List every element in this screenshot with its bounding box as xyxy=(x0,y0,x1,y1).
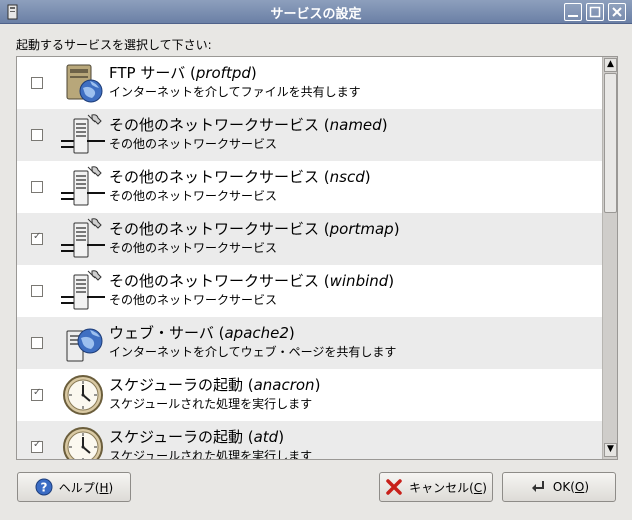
service-description: その他のネットワークサービス xyxy=(109,241,278,255)
service-checkbox[interactable] xyxy=(31,285,43,297)
help-icon: ? xyxy=(35,478,53,496)
service-checkbox[interactable] xyxy=(31,337,43,349)
cancel-x-icon xyxy=(386,479,402,495)
service-row[interactable]: スケジューラの起動 (atd) スケジュールされた処理を実行します xyxy=(17,421,602,459)
maximize-button[interactable] xyxy=(586,3,604,21)
service-checkbox[interactable] xyxy=(31,77,43,89)
ok-enter-icon xyxy=(531,481,544,492)
arrow-down-icon: ▼ xyxy=(607,444,614,454)
service-checkbox[interactable] xyxy=(31,387,43,401)
service-row[interactable]: その他のネットワークサービス (named) その他のネットワークサービス xyxy=(17,109,602,161)
network-server-icon xyxy=(61,269,105,313)
title-bar[interactable]: サービスの設定 xyxy=(0,0,632,24)
service-checkbox[interactable] xyxy=(31,129,43,141)
service-description: スケジュールされた処理を実行します xyxy=(109,449,313,459)
service-title: FTP サーバ (proftpd) xyxy=(109,64,257,82)
service-title: ウェブ・サーバ (apache2) xyxy=(109,324,295,342)
service-description: インターネットを介してファイルを共有します xyxy=(109,85,361,99)
svg-text:?: ? xyxy=(40,481,47,495)
service-title: その他のネットワークサービス (winbind) xyxy=(109,272,395,290)
service-row[interactable]: その他のネットワークサービス (portmap) その他のネットワークサービス xyxy=(17,213,602,265)
scroll-up-button[interactable]: ▲ xyxy=(604,58,617,72)
service-title: その他のネットワークサービス (nscd) xyxy=(109,168,371,186)
service-description: スケジュールされた処理を実行します xyxy=(109,397,313,411)
service-description: その他のネットワークサービス xyxy=(109,189,278,203)
minimize-icon xyxy=(568,15,578,17)
cancel-button-label: キャンセル(C) xyxy=(409,480,487,495)
service-title: その他のネットワークサービス (portmap) xyxy=(109,220,400,238)
service-description: その他のネットワークサービス xyxy=(109,137,278,151)
help-button[interactable]: ? ヘルプ(H) xyxy=(17,472,131,502)
service-title: スケジューラの起動 (anacron) xyxy=(109,376,321,394)
minimize-button[interactable] xyxy=(564,3,582,21)
network-server-icon xyxy=(61,165,105,209)
service-checkbox[interactable] xyxy=(31,231,43,245)
vertical-scrollbar[interactable]: ▲ ▼ xyxy=(602,57,617,459)
scroll-thumb[interactable] xyxy=(604,73,617,213)
arrow-up-icon: ▲ xyxy=(607,59,614,69)
service-row[interactable]: ウェブ・サーバ (apache2) インターネットを介してウェブ・ページを共有し… xyxy=(17,317,602,369)
close-button[interactable] xyxy=(608,3,626,21)
network-server-icon xyxy=(61,217,105,261)
cancel-button[interactable]: キャンセル(C) xyxy=(379,472,493,502)
service-row[interactable]: その他のネットワークサービス (winbind) その他のネットワークサービス xyxy=(17,265,602,317)
service-checkbox[interactable] xyxy=(31,181,43,193)
service-row[interactable]: FTP サーバ (proftpd) インターネットを介してファイルを共有します xyxy=(17,57,602,109)
help-button-label: ヘルプ(H) xyxy=(58,480,114,495)
ftp-server-icon xyxy=(61,61,105,105)
service-checkbox[interactable] xyxy=(31,439,43,453)
service-list[interactable]: FTP サーバ (proftpd) インターネットを介してファイルを共有します … xyxy=(16,56,618,460)
ok-button[interactable]: OK(O) xyxy=(502,472,616,502)
service-prompt-label: 起動するサービスを選択して下さい: xyxy=(16,38,212,52)
window-title: サービスの設定 xyxy=(270,7,362,22)
service-list-viewport: FTP サーバ (proftpd) インターネットを介してファイルを共有します … xyxy=(17,57,602,459)
maximize-icon xyxy=(589,6,601,18)
service-row[interactable]: スケジューラの起動 (anacron) スケジュールされた処理を実行します xyxy=(17,369,602,421)
scroll-down-button[interactable]: ▼ xyxy=(604,443,617,457)
service-title: その他のネットワークサービス (named) xyxy=(109,116,388,134)
ok-button-label: OK(O) xyxy=(552,480,590,494)
network-server-icon xyxy=(61,113,105,157)
close-icon xyxy=(612,7,622,17)
clock-icon xyxy=(61,425,105,459)
clock-icon xyxy=(61,373,105,417)
service-title: スケジューラの起動 (atd) xyxy=(109,428,285,446)
service-description: その他のネットワークサービス xyxy=(109,293,278,307)
web-server-icon xyxy=(61,321,105,365)
service-description: インターネットを介してウェブ・ページを共有します xyxy=(109,345,397,359)
service-row[interactable]: その他のネットワークサービス (nscd) その他のネットワークサービス xyxy=(17,161,602,213)
